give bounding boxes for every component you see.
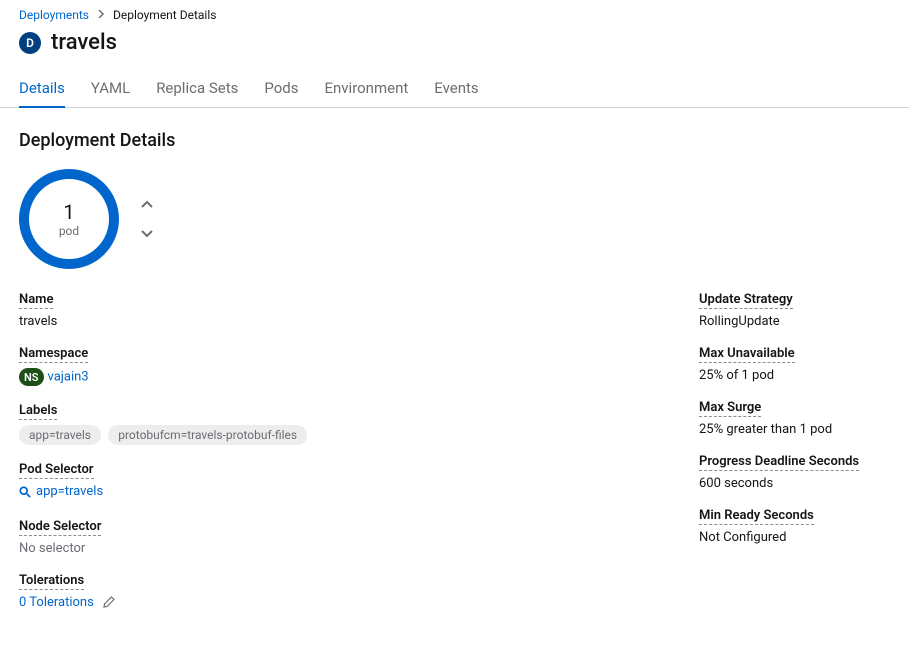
label-pill[interactable]: protobufcm=travels-protobuf-files [108, 425, 307, 445]
field-update-strategy: Update Strategy RollingUpdate [699, 291, 890, 329]
max-unavailable-value: 25% of 1 pod [699, 368, 890, 383]
node-selector-label: Node Selector [19, 519, 101, 536]
tab-events[interactable]: Events [434, 71, 478, 107]
pod-selector-value: app=travels [36, 484, 103, 499]
field-labels: Labels app=travels protobufcm=travels-pr… [19, 402, 659, 445]
tab-environment[interactable]: Environment [324, 71, 408, 107]
field-node-selector: Node Selector No selector [19, 518, 659, 556]
namespace-label: Namespace [19, 346, 88, 363]
tab-details[interactable]: Details [19, 71, 65, 107]
scale-down-button[interactable] [139, 226, 155, 242]
pod-ring: 1 pod [19, 169, 119, 269]
scale-up-button[interactable] [139, 196, 155, 212]
labels-label: Labels [19, 403, 57, 420]
namespace-badge-icon: NS [19, 368, 44, 386]
tabs: Details YAML Replica Sets Pods Environme… [0, 71, 909, 108]
name-value: travels [19, 314, 659, 329]
min-ready-label: Min Ready Seconds [699, 508, 814, 525]
label-pill[interactable]: app=travels [19, 425, 101, 445]
chevron-right-icon [97, 10, 105, 21]
update-strategy-label: Update Strategy [699, 292, 793, 309]
tab-pods[interactable]: Pods [264, 71, 298, 107]
tab-replica-sets[interactable]: Replica Sets [156, 71, 238, 107]
name-label: Name [19, 292, 53, 309]
tolerations-link[interactable]: 0 Tolerations [19, 595, 94, 610]
field-max-unavailable: Max Unavailable 25% of 1 pod [699, 345, 890, 383]
pod-unit-label: pod [59, 224, 79, 238]
progress-deadline-value: 600 seconds [699, 476, 890, 491]
breadcrumb-parent-link[interactable]: Deployments [19, 8, 89, 22]
field-name: Name travels [19, 291, 659, 329]
field-max-surge: Max Surge 25% greater than 1 pod [699, 399, 890, 437]
edit-icon[interactable] [103, 596, 115, 608]
progress-deadline-label: Progress Deadline Seconds [699, 454, 859, 471]
page-title: travels [51, 30, 117, 55]
tolerations-label: Tolerations [19, 573, 84, 590]
tab-yaml[interactable]: YAML [91, 71, 130, 107]
pod-selector-link[interactable]: app=travels [19, 484, 103, 499]
node-selector-value: No selector [19, 541, 659, 556]
max-unavailable-label: Max Unavailable [699, 346, 795, 363]
pod-count: 1 [63, 200, 74, 224]
section-title: Deployment Details [19, 130, 890, 151]
namespace-link[interactable]: vajain3 [48, 370, 89, 385]
deployment-badge-icon: D [19, 32, 41, 54]
min-ready-value: Not Configured [699, 530, 890, 545]
pod-selector-label: Pod Selector [19, 462, 94, 479]
breadcrumb: Deployments Deployment Details [19, 4, 890, 30]
update-strategy-value: RollingUpdate [699, 314, 890, 329]
field-namespace: Namespace NS vajain3 [19, 345, 659, 386]
max-surge-value: 25% greater than 1 pod [699, 422, 890, 437]
search-icon [19, 486, 31, 498]
field-min-ready: Min Ready Seconds Not Configured [699, 507, 890, 545]
breadcrumb-current: Deployment Details [113, 8, 216, 22]
max-surge-label: Max Surge [699, 400, 761, 417]
field-progress-deadline: Progress Deadline Seconds 600 seconds [699, 453, 890, 491]
field-pod-selector: Pod Selector app=travels [19, 461, 659, 502]
